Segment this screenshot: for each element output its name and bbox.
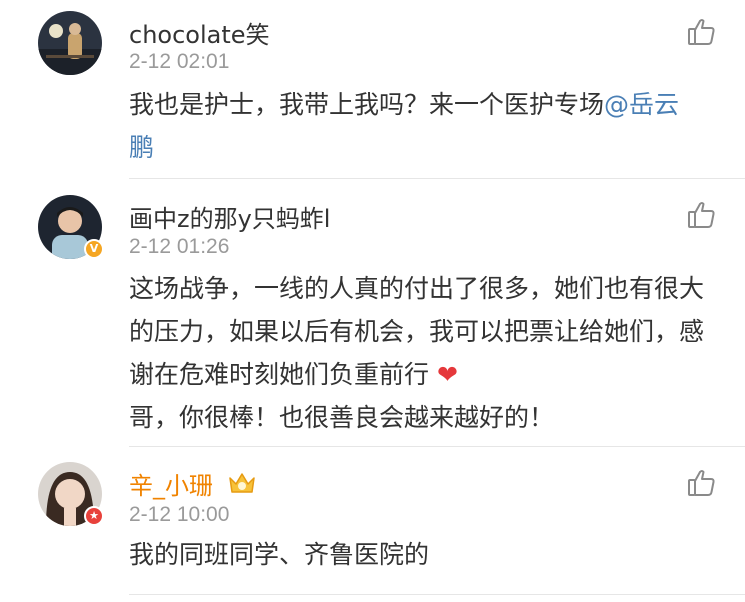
username[interactable]: 画中z的那y只蚂蚱l [129,199,330,234]
thumbs-up-icon [688,470,715,496]
username[interactable]: 辛_小珊 [129,466,257,504]
verified-badge-icon: V [84,239,104,259]
timestamp: 2-12 01:26 [129,235,230,258]
like-button[interactable] [687,200,717,230]
avatar[interactable] [38,11,102,75]
like-button[interactable] [687,17,717,47]
comment-text: 我的同班同学、齐鲁医院的 [129,533,704,576]
divider [129,178,745,179]
timestamp: 2-12 02:01 [129,50,230,73]
comment-body: 我的同班同学、齐鲁医院的 [129,540,430,569]
comment-body-continued: 哥，你很棒！也很善良会越来越好的！ [129,403,555,432]
comment-body: 我也是护士，我带上我吗？来一个医护专场 [129,90,605,119]
member-badge-icon: ★ [84,506,104,526]
crown-icon [227,470,257,504]
like-button[interactable] [687,468,717,498]
timestamp: 2-12 10:00 [129,503,230,526]
heart-emoji-icon: ❤ [436,360,458,389]
divider [129,594,745,595]
comment-text: 这场战争，一线的人真的付出了很多，她们也有很大的压力，如果以后有机会，我可以把票… [129,267,704,439]
username-label: 辛_小珊 [129,472,213,500]
comment-feed: chocolate笑 2-12 02:01 我也是护士，我带上我吗？来一个医护专… [0,0,745,602]
thumbs-up-icon [688,19,715,45]
comment-body: 这场战争，一线的人真的付出了很多，她们也有很大的压力，如果以后有机会，我可以把票… [129,274,705,389]
avatar[interactable]: ★ [38,462,104,526]
comment-text: 我也是护士，我带上我吗？来一个医护专场@岳云鹏 [129,83,704,169]
avatar[interactable]: V [38,195,104,259]
divider [129,446,745,447]
thumbs-up-icon [688,202,715,228]
username[interactable]: chocolate笑 [129,15,270,50]
